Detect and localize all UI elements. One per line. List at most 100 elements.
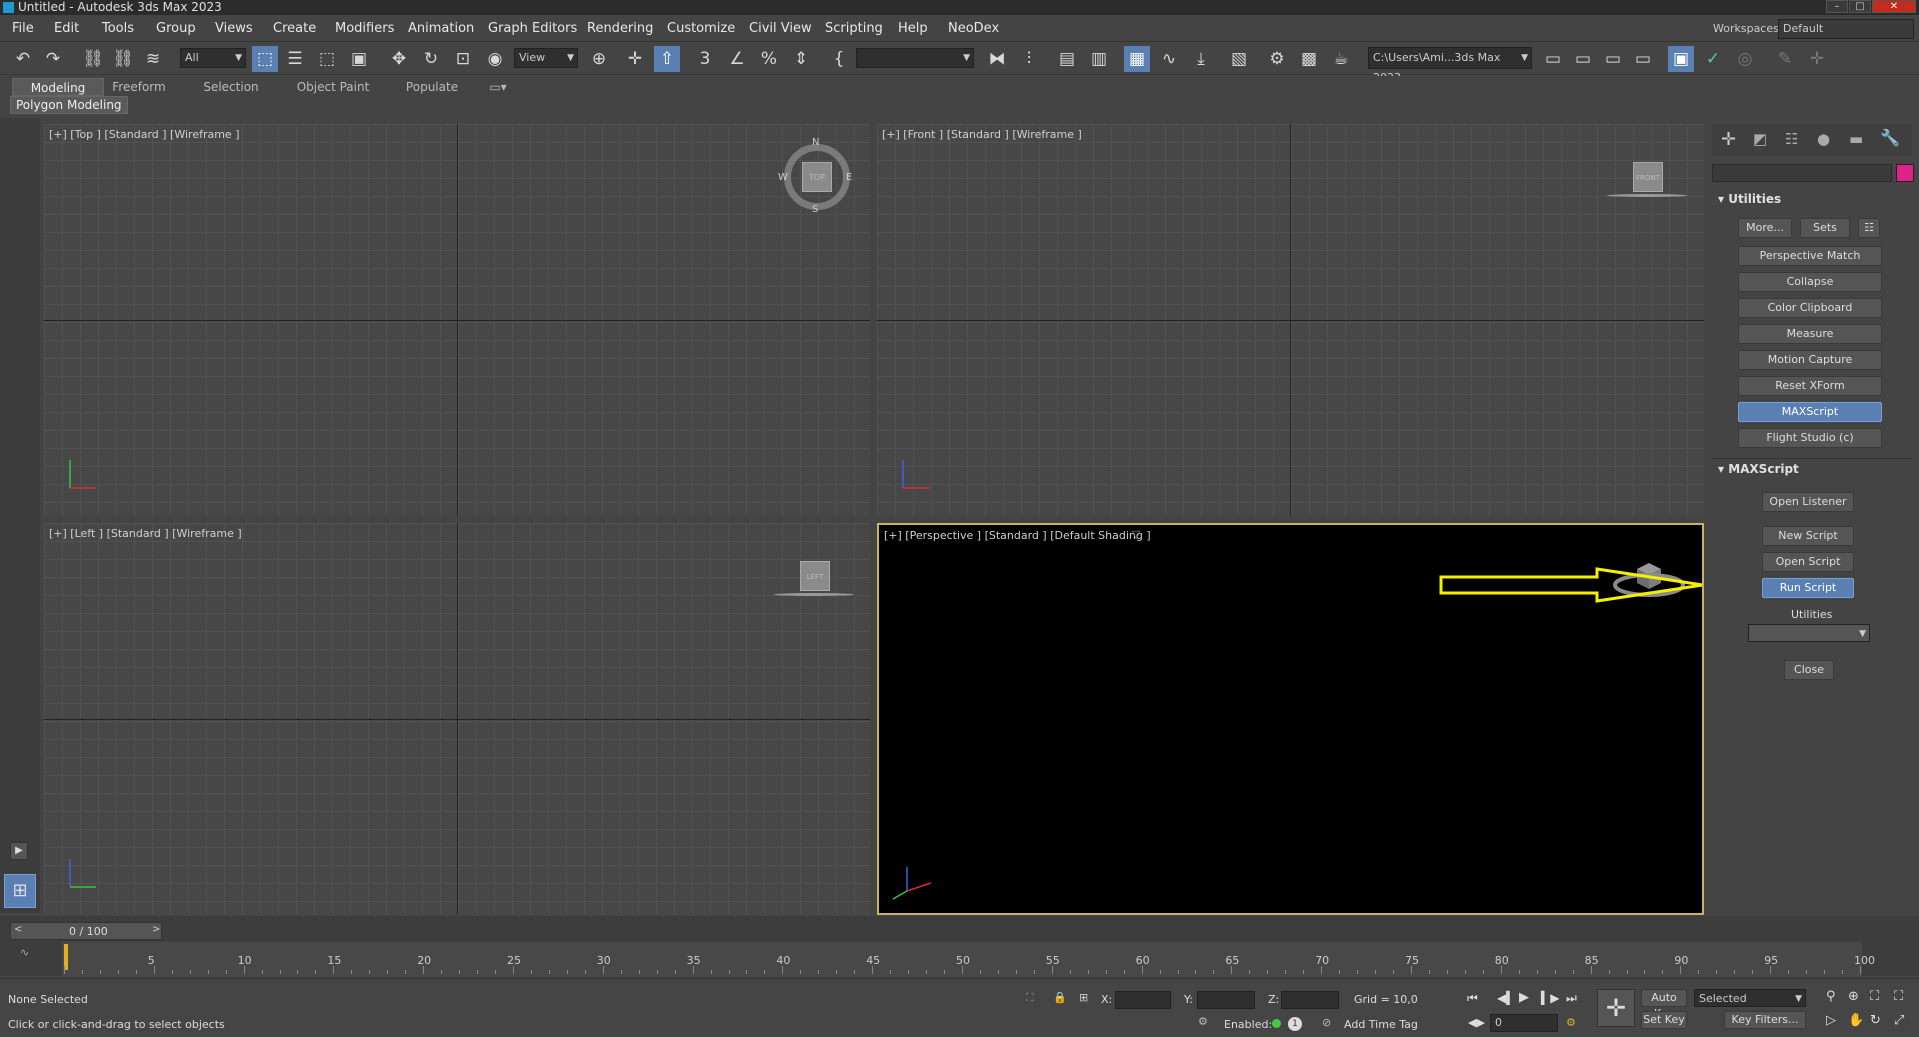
menu-modifiers[interactable]: Modifiers xyxy=(335,15,394,42)
time-slider-prev-icon[interactable]: < xyxy=(14,924,22,935)
open-script-button[interactable]: Open Script xyxy=(1762,552,1854,572)
project-icon-1[interactable]: ▭ xyxy=(1540,46,1566,72)
bind-space-warp-icon[interactable]: ≋ xyxy=(140,46,166,72)
mirror-icon[interactable]: ⧓ xyxy=(984,46,1010,72)
play-icon[interactable]: ▶ xyxy=(1519,990,1529,1005)
menu-views[interactable]: Views xyxy=(215,15,253,42)
expand-layout-icon[interactable]: ▶ xyxy=(10,842,28,860)
redo-icon[interactable]: ↷ xyxy=(40,46,66,72)
project-icon-3[interactable]: ▭ xyxy=(1600,46,1626,72)
previous-frame-icon[interactable]: ◀▍ xyxy=(1497,991,1515,1005)
viewport-perspective[interactable]: [+] [Perspective ] [Standard ] [Default … xyxy=(877,523,1704,915)
tab-populate[interactable]: Populate xyxy=(396,78,468,96)
x-coordinate-field[interactable] xyxy=(1115,991,1171,1009)
utilities-tab-icon[interactable]: 🔧 xyxy=(1880,128,1900,147)
menu-tools[interactable]: Tools xyxy=(102,15,134,42)
select-object-icon[interactable]: ⬚ xyxy=(252,46,278,72)
configure-button-sets-icon[interactable]: ☷ xyxy=(1858,218,1880,238)
window-crossing-icon[interactable]: ▣ xyxy=(346,46,372,72)
pivot-center-icon[interactable]: ⊕ xyxy=(586,46,612,72)
check-icon[interactable]: ✓ xyxy=(1700,46,1726,72)
spinner-snap-icon[interactable]: ⇕ xyxy=(788,46,814,72)
save-icon[interactable]: ▣ xyxy=(1668,46,1694,72)
close-window-button[interactable]: ✕ xyxy=(1872,0,1916,13)
scene-explorer-icon[interactable]: ▤ xyxy=(1054,46,1080,72)
menu-graph-editors[interactable]: Graph Editors xyxy=(488,15,577,42)
key-filters-button[interactable]: Key Filters... xyxy=(1724,1011,1806,1029)
field-of-view-icon[interactable]: ▷ xyxy=(1826,1013,1836,1028)
project-icon-4[interactable]: ▭ xyxy=(1630,46,1656,72)
motion-capture-button[interactable]: Motion Capture xyxy=(1738,350,1882,370)
menu-scripting[interactable]: Scripting xyxy=(825,15,883,42)
undo-icon[interactable]: ↶ xyxy=(10,46,36,72)
info-icon[interactable]: 1 xyxy=(1288,1017,1302,1031)
y-coordinate-field[interactable] xyxy=(1197,991,1255,1009)
open-listener-button[interactable]: Open Listener xyxy=(1762,492,1854,512)
menu-group[interactable]: Group xyxy=(156,15,196,42)
measure-button[interactable]: Measure xyxy=(1738,324,1882,344)
minimize-button[interactable]: – xyxy=(1826,0,1848,13)
add-time-tag[interactable]: Add Time Tag xyxy=(1344,1018,1418,1031)
pan-icon[interactable]: ✋ xyxy=(1848,1013,1864,1028)
pencil-icon[interactable]: ✎ xyxy=(1772,46,1798,72)
tab-selection[interactable]: Selection xyxy=(196,78,266,96)
key-mode-icon[interactable]: ◀▶ xyxy=(1468,1016,1485,1029)
sets-button[interactable]: Sets xyxy=(1800,218,1850,238)
select-by-name-icon[interactable]: ☰ xyxy=(282,46,308,72)
isolate-selection-icon[interactable]: ⛶ xyxy=(1026,991,1034,1005)
go-to-end-icon[interactable]: ⏭ xyxy=(1566,991,1577,1006)
maximize-button[interactable]: □ xyxy=(1849,0,1871,13)
go-to-start-icon[interactable]: ⏮ xyxy=(1467,991,1478,1006)
zoom-extents-icon[interactable]: ⛶ xyxy=(1870,989,1879,1004)
collapse-button[interactable]: Collapse xyxy=(1738,272,1882,292)
project-folder-dropdown[interactable]: C:\Users\Ami...3ds Max 2023▼ xyxy=(1368,47,1532,84)
set-keys-icon[interactable]: ✛ xyxy=(1597,989,1635,1027)
viewport-front[interactable]: [+] [Front ] [Standard ] [Wireframe ] FR… xyxy=(877,124,1704,516)
time-slider-next-icon[interactable]: > xyxy=(152,924,160,935)
placement-icon[interactable]: ◉ xyxy=(482,46,508,72)
material-editor-icon[interactable]: ▧ xyxy=(1226,46,1252,72)
tab-freeform[interactable]: Freeform xyxy=(104,78,174,96)
menu-civil-view[interactable]: Civil View xyxy=(749,15,812,42)
run-script-button[interactable]: Run Script xyxy=(1762,578,1854,598)
flight-studio-button[interactable]: Flight Studio (c) xyxy=(1738,428,1882,448)
rectangular-selection-icon[interactable]: ⬚ xyxy=(314,46,340,72)
workspace-dropdown[interactable]: Default xyxy=(1778,19,1914,39)
tab-object-paint[interactable]: Object Paint xyxy=(290,78,376,96)
ribbon-options-icon[interactable]: ▭▾ xyxy=(486,78,510,96)
z-coordinate-field[interactable] xyxy=(1281,991,1339,1009)
menu-animation[interactable]: Animation xyxy=(408,15,474,42)
current-frame-field[interactable]: 0 xyxy=(1490,1014,1558,1032)
create-tab-icon[interactable]: ✛ xyxy=(1721,129,1736,150)
angle-snap-icon[interactable]: ∠ xyxy=(724,46,750,72)
curve-editor-icon[interactable]: ∿ xyxy=(1156,46,1182,72)
rendered-frame-window-icon[interactable]: ▩ xyxy=(1296,46,1322,72)
render-setup-icon[interactable]: ⚙ xyxy=(1264,46,1290,72)
zoom-extents-all-icon[interactable]: ⛶ xyxy=(1894,989,1903,1004)
snaps-toggle-icon[interactable]: 3 xyxy=(692,46,718,72)
scale-icon[interactable]: ⊡ xyxy=(450,46,476,72)
viewport-front-label[interactable]: [+] [Front ] [Standard ] [Wireframe ] xyxy=(882,128,1082,141)
display-tab-icon[interactable]: ▬ xyxy=(1849,130,1863,148)
schematic-view-icon[interactable]: ⤓ xyxy=(1188,46,1214,72)
maxscript-utility-button[interactable]: MAXScript xyxy=(1738,402,1882,422)
perspective-match-button[interactable]: Perspective Match xyxy=(1738,246,1882,266)
utilities-dropdown[interactable]: ▼ xyxy=(1748,624,1870,642)
new-script-button[interactable]: New Script xyxy=(1762,526,1854,546)
edit-named-selection-icon[interactable]: { xyxy=(826,46,852,72)
mini-curve-editor-icon[interactable]: ∿ xyxy=(20,946,29,959)
viewport-top-label[interactable]: [+] [Top ] [Standard ] [Wireframe ] xyxy=(49,128,240,141)
close-button[interactable]: Close xyxy=(1784,660,1834,680)
time-slider[interactable]: < 0 / 100 > xyxy=(10,922,162,940)
orbit-icon[interactable]: ↻ xyxy=(1870,1013,1881,1028)
viewport-top[interactable]: [+] [Top ] [Standard ] [Wireframe ] TOP … xyxy=(44,124,870,516)
time-configuration-icon[interactable]: ⚙ xyxy=(1566,1016,1576,1029)
reset-xform-button[interactable]: Reset XForm xyxy=(1738,376,1882,396)
adaptive-degradation-icon[interactable]: ⚙ xyxy=(1198,1015,1208,1028)
render-production-icon[interactable]: ☕ xyxy=(1328,46,1354,72)
color-clipboard-button[interactable]: Color Clipboard xyxy=(1738,298,1882,318)
keyboard-shortcut-override-icon[interactable]: ⇧ xyxy=(654,46,680,72)
viewcube-front-icon[interactable]: FRONT xyxy=(1633,162,1663,192)
menu-customize[interactable]: Customize xyxy=(667,15,735,42)
unlink-icon[interactable]: ⛓ xyxy=(110,46,136,72)
